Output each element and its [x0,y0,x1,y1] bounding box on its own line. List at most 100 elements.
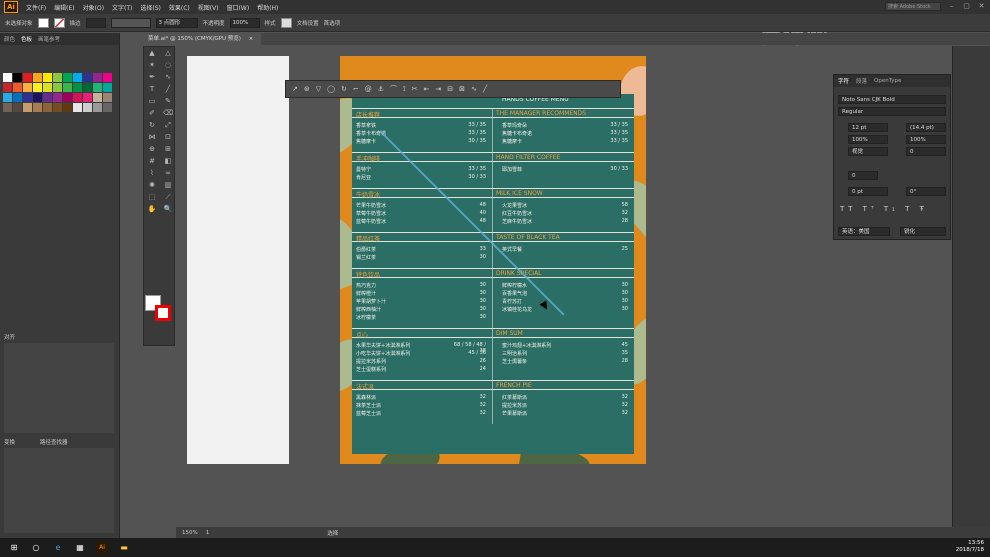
document-tab[interactable]: 菜单.ai* @ 150% (CMYK/GPU 预览) × [140,33,262,45]
selection-tool-icon[interactable]: ▲ [144,47,160,59]
close-tab-icon[interactable]: × [249,36,254,42]
menu-type[interactable]: 文字(T) [112,3,132,12]
convert-icon[interactable]: ⟟ [403,85,406,94]
symbol-sprayer-icon[interactable]: ✺ [144,179,160,191]
rectangle-tool-icon[interactable]: ▭ [144,95,160,107]
color-swatch[interactable] [93,103,102,112]
menu-artboard[interactable]: HANDS COFFEE MENU 店长推荐 THE MANAGER RECOMM… [340,56,646,464]
color-swatch[interactable] [13,103,22,112]
color-swatch[interactable] [53,103,62,112]
column-graph-icon[interactable]: ▥ [160,179,176,191]
color-swatch[interactable] [33,83,42,92]
close-icon[interactable]: ✕ [977,2,986,11]
color-swatch[interactable] [83,73,92,82]
color-swatch[interactable] [83,83,92,92]
align-icon[interactable]: ⊟ [447,85,453,93]
artboard-tool-icon[interactable]: ⬚ [144,191,160,203]
color-swatch[interactable] [23,83,32,92]
tab-character[interactable]: 字符 [838,77,849,85]
mesh-tool-icon[interactable]: # [144,155,160,167]
zoom-tool-icon[interactable]: 🔍 [160,203,176,215]
color-swatch[interactable] [13,93,22,102]
tab-paragraph[interactable]: 段落 [856,77,867,85]
color-swatch[interactable] [3,73,12,82]
color-swatch[interactable] [53,73,62,82]
artboard-number[interactable]: 1 [206,530,210,536]
stroke-weight-dropdown[interactable] [85,17,106,28]
kerning-field[interactable]: 视觉 [848,147,888,156]
color-swatch[interactable] [13,83,22,92]
color-swatch[interactable] [63,103,72,112]
curvature-tool-icon[interactable]: ∿ [160,71,176,83]
search-icon[interactable]: ○ [30,542,42,554]
maximize-icon[interactable]: ▢ [962,2,971,11]
fill-swatch[interactable] [37,17,49,28]
color-swatch[interactable] [23,93,32,102]
color-swatch[interactable] [83,103,92,112]
preferences-button[interactable]: 首选项 [324,19,341,27]
direct-selection-tool-icon[interactable]: △ [160,47,176,59]
stroke-color-box[interactable] [155,305,171,321]
menu-view[interactable]: 视图(V) [198,3,219,12]
minimize-icon[interactable]: – [947,2,956,11]
variable-width-dropdown[interactable] [110,17,151,28]
blend-tool-icon[interactable]: ∞ [160,167,176,179]
color-swatch[interactable] [73,73,82,82]
baseline-shift-field[interactable]: 0 pt [848,187,888,196]
triangle-icon[interactable]: ▽ [316,85,321,93]
color-swatch[interactable] [33,103,42,112]
language-dropdown[interactable]: 英语：美国 [838,227,890,236]
hand-tool-icon[interactable]: ✋ [144,203,160,215]
spiral-icon[interactable]: @ [365,85,372,93]
tab-opentype[interactable]: OpenType [874,78,901,84]
stock-search-input[interactable]: 搜索 Adobe Stock [885,2,941,11]
menu-effect[interactable]: 效果(C) [169,3,190,12]
brush-dropdown[interactable]: 3 点圆形 [155,17,198,28]
color-swatch[interactable] [73,103,82,112]
color-swatch[interactable] [43,73,52,82]
leading-field[interactable]: (14.4 pt) [906,123,946,132]
zoom-level[interactable]: 150% [182,530,198,536]
tracking-field[interactable]: 0 [906,147,946,156]
corner-icon[interactable]: ⌐ [353,85,359,93]
illustrator-taskbar-icon[interactable]: Ai [96,541,108,554]
stroke-swatch[interactable] [53,17,65,28]
blank-artboard[interactable] [187,56,289,464]
shape-builder-icon[interactable]: ⊕ [144,143,160,155]
tsume-field[interactable]: 0 [848,171,878,180]
color-swatch[interactable] [103,73,112,82]
menu-file[interactable]: 文件(F) [26,3,46,12]
color-swatch[interactable] [63,83,72,92]
menu-window[interactable]: 窗口(W) [227,3,250,12]
color-swatch[interactable] [73,93,82,102]
color-swatch[interactable] [13,73,22,82]
fill-stroke-widget[interactable] [145,295,173,323]
font-style-field[interactable]: Regular [838,107,946,116]
paintbrush-icon[interactable]: ✎ [160,95,176,107]
color-swatch[interactable] [73,83,82,92]
perspective-grid-icon[interactable]: ⊞ [160,143,176,155]
gradient-tool-icon[interactable]: ◧ [160,155,176,167]
color-swatch[interactable] [3,103,12,112]
arrow-tool-icon[interactable]: ↗ [292,85,298,93]
free-transform-icon[interactable]: ⊡ [160,131,176,143]
line-tool-icon[interactable]: ╱ [160,83,176,95]
shaper-tool-icon[interactable]: ✐ [144,107,160,119]
cut-icon[interactable]: ✂ [412,85,418,93]
color-swatch[interactable] [33,73,42,82]
menu-help[interactable]: 帮助(H) [257,3,278,12]
width-tool-icon[interactable]: ⋈ [144,131,160,143]
font-size-field[interactable]: 12 pt [848,123,888,132]
color-swatch[interactable] [83,93,92,102]
color-swatch[interactable] [23,103,32,112]
menu-object[interactable]: 对象(O) [83,3,104,12]
slice-tool-icon[interactable]: ⟋ [160,191,176,203]
tab-swatches[interactable]: 色板 [21,35,32,43]
color-swatch[interactable] [43,103,52,112]
opacity-input[interactable]: 100% [229,17,260,28]
horizontal-scale-field[interactable]: 100% [906,135,946,144]
style-swatch[interactable] [280,17,292,28]
color-swatch[interactable] [53,93,62,102]
menu-select[interactable]: 选择(S) [140,3,161,12]
rotation-field[interactable]: 0° [906,187,946,196]
